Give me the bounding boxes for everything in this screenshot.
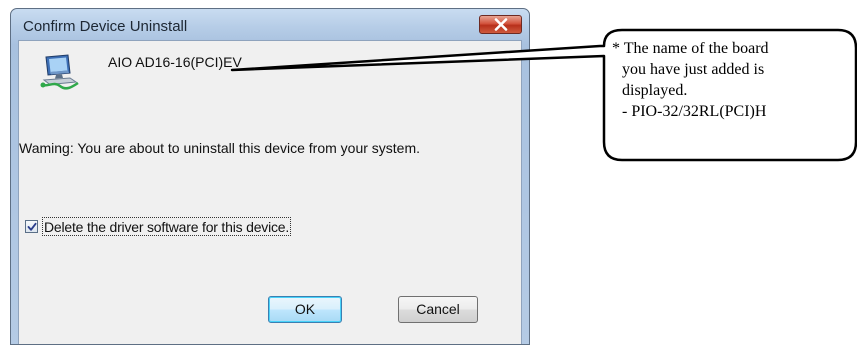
callout-line-2: you have just added is [622,61,765,78]
callout-line-4: - PIO-32/32RL(PCI)H [622,103,767,120]
callout-line-1: * The name of the board [612,40,769,57]
callout-line-3: displayed. [622,82,688,99]
